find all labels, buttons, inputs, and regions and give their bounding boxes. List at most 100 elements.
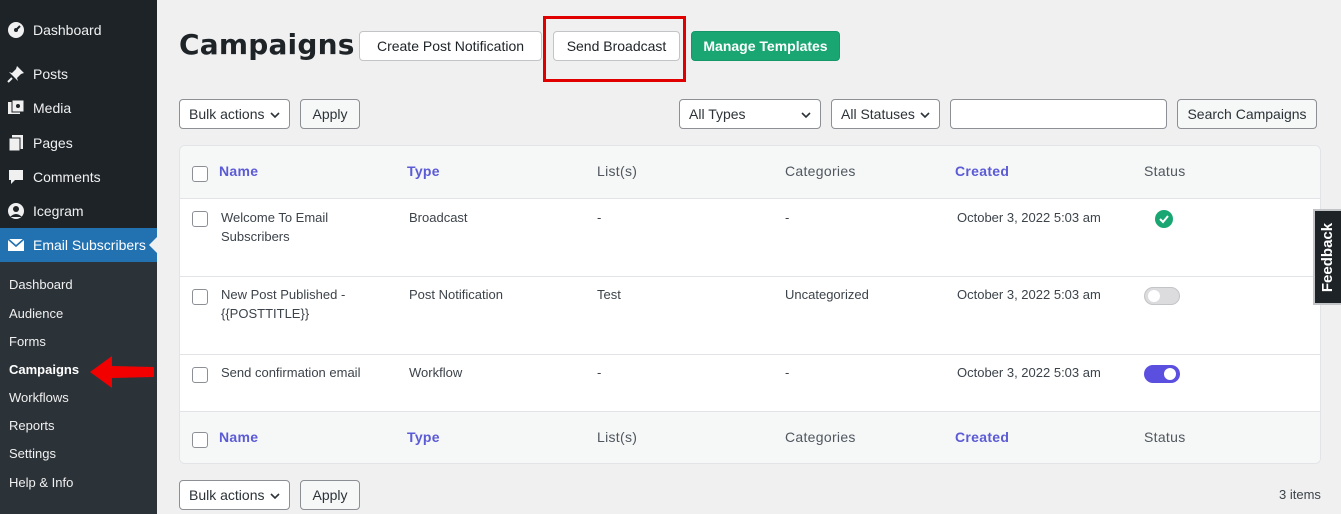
highlight-annotation [543, 16, 686, 82]
menu-pages[interactable]: Pages [0, 126, 157, 160]
types-label: All Types [689, 106, 746, 122]
campaign-name-line1: New Post Published - [221, 287, 346, 302]
column-categories: Categories [785, 429, 856, 445]
campaign-type: Workflow [409, 365, 463, 380]
campaign-name-line2: {{POSTTITLE}} [221, 306, 310, 321]
campaign-categories: - [785, 365, 790, 380]
submenu-audience[interactable]: Audience [9, 306, 63, 321]
menu-dashboard[interactable]: Dashboard [0, 13, 157, 47]
campaign-name[interactable]: New Post Published - {{POSTTITLE}} [221, 285, 345, 323]
menu-email-subscribers[interactable]: Email Subscribers [0, 228, 157, 262]
campaign-name-line1: Welcome To Email [221, 210, 329, 225]
pin-icon [6, 64, 26, 84]
campaign-lists: - [597, 365, 602, 380]
submenu-settings[interactable]: Settings [9, 446, 56, 461]
chevron-down-icon [270, 112, 280, 119]
table-footer: Name Type List(s) Categories Created Sta… [180, 412, 1320, 463]
comment-icon [6, 167, 26, 187]
column-created[interactable]: Created [955, 429, 1009, 445]
submenu-dashboard[interactable]: Dashboard [9, 277, 73, 292]
red-arrow-annotation-icon [90, 356, 154, 388]
search-campaigns-button[interactable]: Search Campaigns [1177, 99, 1317, 129]
column-status: Status [1144, 429, 1186, 445]
submenu-reports[interactable]: Reports [9, 418, 55, 433]
campaign-lists: - [597, 210, 602, 225]
envelope-icon [6, 235, 26, 255]
menu-comments-label: Comments [33, 169, 101, 185]
row-checkbox[interactable] [192, 211, 208, 227]
menu-pages-label: Pages [33, 135, 73, 151]
apply-button[interactable]: Apply [300, 99, 360, 129]
menu-email-subscribers-label: Email Subscribers [33, 237, 146, 253]
table-row: Send confirmation email Workflow - - Oct… [180, 355, 1320, 412]
submenu-campaigns[interactable]: Campaigns [9, 362, 79, 377]
menu-media-label: Media [33, 100, 72, 116]
column-status: Status [1144, 163, 1186, 179]
bulk-actions-label: Bulk actions [189, 106, 265, 122]
menu-posts[interactable]: Posts [0, 57, 157, 91]
column-lists: List(s) [597, 163, 638, 179]
menu-icegram[interactable]: Icegram [0, 194, 157, 228]
admin-sidebar: Dashboard Posts Media Pages Comments Ice… [0, 0, 157, 514]
column-type[interactable]: Type [407, 163, 440, 179]
pages-icon [6, 133, 26, 153]
campaign-created: October 3, 2022 5:03 am [957, 365, 1101, 380]
row-checkbox[interactable] [192, 289, 208, 305]
dashboard-icon [6, 20, 26, 40]
menu-media[interactable]: Media [0, 91, 157, 125]
feedback-label: Feedback [1319, 222, 1337, 292]
campaign-type: Broadcast [409, 210, 468, 225]
sent-check-icon [1155, 210, 1173, 228]
table-row: New Post Published - {{POSTTITLE}} Post … [180, 277, 1320, 355]
statuses-select[interactable]: All Statuses [831, 99, 940, 129]
feedback-tab[interactable]: Feedback [1313, 209, 1341, 305]
toggle-knob [1164, 368, 1176, 380]
bulk-actions-label: Bulk actions [189, 487, 265, 503]
search-input[interactable] [950, 99, 1167, 129]
submenu-forms[interactable]: Forms [9, 334, 46, 349]
column-type[interactable]: Type [407, 429, 440, 445]
campaigns-table: Name Type List(s) Categories Created Sta… [179, 145, 1321, 464]
status-toggle-on[interactable] [1144, 365, 1180, 383]
menu-icegram-label: Icegram [33, 203, 84, 219]
column-name[interactable]: Name [219, 163, 258, 179]
bulk-actions-select-bottom[interactable]: Bulk actions [179, 480, 290, 510]
campaign-created: October 3, 2022 5:03 am [957, 287, 1101, 302]
select-all-checkbox[interactable] [192, 432, 208, 448]
chevron-down-icon [801, 112, 811, 119]
row-checkbox[interactable] [192, 367, 208, 383]
campaign-categories: Uncategorized [785, 287, 869, 302]
items-count: 3 items [1279, 487, 1321, 502]
campaign-categories: - [785, 210, 790, 225]
table-row: Welcome To Email Subscribers Broadcast -… [180, 199, 1320, 277]
campaign-lists: Test [597, 287, 621, 302]
column-categories: Categories [785, 163, 856, 179]
status-toggle-off[interactable] [1144, 287, 1180, 305]
campaign-name-line2: Subscribers [221, 229, 290, 244]
statuses-label: All Statuses [841, 106, 915, 122]
toggle-knob [1148, 290, 1160, 302]
column-lists: List(s) [597, 429, 638, 445]
menu-comments[interactable]: Comments [0, 160, 157, 194]
campaign-name[interactable]: Send confirmation email [221, 363, 360, 382]
campaign-name[interactable]: Welcome To Email Subscribers [221, 208, 328, 246]
submenu-help-info[interactable]: Help & Info [9, 475, 73, 490]
menu-posts-label: Posts [33, 66, 69, 82]
table-header: Name Type List(s) Categories Created Sta… [180, 146, 1320, 199]
chevron-down-icon [920, 112, 930, 119]
submenu-workflows[interactable]: Workflows [9, 390, 69, 405]
apply-button-bottom[interactable]: Apply [300, 480, 360, 510]
campaign-created: October 3, 2022 5:03 am [957, 210, 1101, 225]
column-created[interactable]: Created [955, 163, 1009, 179]
create-post-notification-button[interactable]: Create Post Notification [359, 31, 542, 61]
media-icon [6, 98, 26, 118]
menu-dashboard-label: Dashboard [33, 22, 102, 38]
bulk-actions-select[interactable]: Bulk actions [179, 99, 290, 129]
select-all-checkbox[interactable] [192, 166, 208, 182]
page-title: Campaigns [179, 28, 355, 61]
icegram-icon [6, 201, 26, 221]
types-select[interactable]: All Types [679, 99, 821, 129]
manage-templates-button[interactable]: Manage Templates [691, 31, 840, 61]
campaign-type: Post Notification [409, 287, 503, 302]
column-name[interactable]: Name [219, 429, 258, 445]
